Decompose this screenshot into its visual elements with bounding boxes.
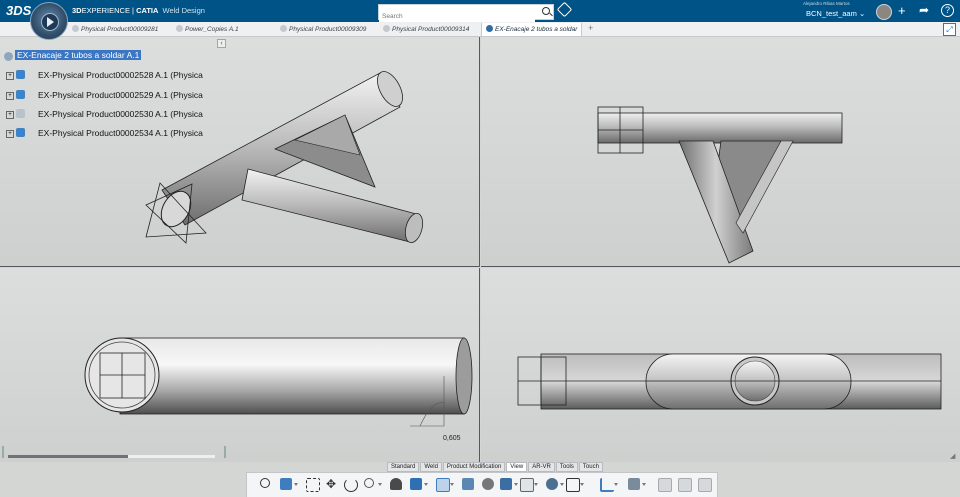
tree-item[interactable]: + EX-Physical Product00002529 A.1 (Physic… (6, 90, 203, 102)
annotations-icon[interactable] (657, 477, 672, 492)
compass-icon[interactable] (30, 2, 68, 40)
viewport-side[interactable]: 0,605 (0, 268, 480, 462)
tree-item-label: EX-Physical Product00002528 A.1 (Physica (38, 70, 203, 80)
product-icon (486, 25, 493, 32)
viewport-top[interactable] (481, 268, 960, 462)
top-bar: 3DS 3DEXPERIENCE | CATIA Weld Design Ale… (0, 0, 960, 24)
tenant-dropdown[interactable]: BCN_test_aam ⌄ (806, 9, 865, 18)
product-icon (72, 25, 79, 32)
compass-icon[interactable] (697, 477, 712, 492)
normal-view-icon[interactable] (389, 477, 403, 491)
expand-icon[interactable]: + (6, 72, 14, 80)
tab-label: Physical Product00009314 (392, 26, 470, 33)
tab-ex-enacaje[interactable]: EX-Enacaje 2 tubos a soldar (481, 23, 583, 36)
tree-root[interactable]: EX-Enacaje 2 tubos a soldar A.1 (4, 50, 142, 62)
brand-product: CATIA (136, 6, 159, 15)
tab-physical-product-9314[interactable]: Physical Product00009314 (383, 23, 469, 36)
app-name: Weld Design (162, 6, 205, 15)
maximize-icon[interactable]: ⤢ (943, 23, 956, 36)
avatar[interactable] (876, 4, 892, 20)
tab-label: EX-Enacaje 2 tubos a soldar (495, 26, 578, 33)
search-icon[interactable] (542, 7, 550, 15)
physical-product-icon (16, 90, 25, 99)
view-cube-icon[interactable] (279, 477, 298, 491)
dimension-label[interactable]: 0,605 (443, 435, 461, 442)
tree-item-label: EX-Physical Product00002534 A.1 (Physica (38, 128, 203, 138)
section-tab-touch[interactable]: Touch (578, 462, 603, 472)
tree-item[interactable]: + EX-Physical Product00002530 A.1 (Physic… (6, 109, 203, 121)
tree-item[interactable]: + EX-Physical Product00002534 A.1 (Physic… (6, 128, 203, 140)
tree-item-label: EX-Physical Product00002529 A.1 (Physica (38, 90, 203, 100)
product-icon (176, 25, 183, 32)
tessellation-icon[interactable] (677, 477, 692, 492)
product-icon (383, 25, 390, 32)
tree-root-label: EX-Enacaje 2 tubos a soldar A.1 (15, 50, 142, 60)
tree-icon[interactable] (599, 477, 618, 492)
section-tab-product-modification[interactable]: Product Modification (442, 462, 506, 472)
user-name: Alejandro Ribas Martos (803, 1, 850, 6)
chevron-down-icon: ⌄ (858, 9, 866, 18)
rotate-icon[interactable] (343, 477, 358, 492)
section-tab-tools[interactable]: Tools (555, 462, 578, 472)
tab-physical-product-9281[interactable]: Physical Product00009281 (72, 23, 158, 36)
action-bar: ✥ (246, 472, 718, 497)
viewport-front[interactable] (481, 37, 960, 267)
physical-product-icon (16, 128, 25, 137)
tree-collapse-icon[interactable]: ‹ (217, 39, 226, 48)
tab-strip: Physical Product00009281 Power_Copies A.… (0, 22, 960, 37)
product-icon (280, 25, 287, 32)
section-icon[interactable] (565, 477, 584, 492)
section-tab-ar-vr[interactable]: AR-VR (528, 462, 555, 472)
tenant-label: BCN_test_aam (806, 9, 857, 18)
scrollbar-thumb[interactable] (8, 455, 128, 458)
tab-label: Physical Product00009281 (81, 26, 159, 33)
expand-icon[interactable]: + (6, 130, 14, 138)
physical-product-icon (16, 109, 25, 118)
add-tab-icon[interactable]: + (588, 23, 593, 33)
expand-icon[interactable]: + (6, 92, 14, 100)
scroll-grip[interactable] (224, 446, 226, 458)
brand-title: 3DEXPERIENCE | CATIA Weld Design (72, 6, 205, 15)
tab-power-copies[interactable]: Power_Copies A.1 (176, 23, 239, 36)
ghosting-icon[interactable] (545, 477, 564, 491)
scroll-grip[interactable] (2, 446, 4, 458)
help-icon[interactable]: ? (941, 4, 954, 17)
section-tab-view[interactable]: View (506, 462, 528, 472)
tree-item[interactable]: + EX-Physical Product00002528 A.1 (Physic… (6, 70, 203, 82)
tab-label: Physical Product00009309 (289, 26, 367, 33)
front-view-model (597, 106, 843, 264)
expand-icon[interactable]: + (6, 111, 14, 119)
pan-icon[interactable]: ✥ (325, 477, 339, 491)
capture-icon[interactable] (519, 477, 538, 492)
section-tab-standard[interactable]: Standard (387, 462, 420, 472)
zoom-icon[interactable] (259, 477, 273, 491)
brand-prefix: 3D (72, 6, 82, 15)
assembly-icon (4, 52, 13, 61)
tree-item-label: EX-Physical Product00002530 A.1 (Physica (38, 109, 203, 119)
measure-icon[interactable] (627, 477, 646, 491)
side-view-model (84, 337, 473, 427)
tag-icon[interactable] (556, 1, 573, 18)
render-style-icon[interactable] (409, 477, 428, 491)
3ds-logo[interactable]: 3DS (6, 3, 31, 18)
add-icon[interactable]: + (898, 4, 906, 17)
tab-label: Power_Copies A.1 (185, 26, 239, 33)
share-icon[interactable]: ➦ (919, 4, 929, 17)
section-tab-weld[interactable]: Weld (420, 462, 442, 472)
brand-suffix: EXPERIENCE (81, 6, 130, 15)
action-bar-sections: Standard Weld Product Modification View … (387, 462, 604, 472)
layers-icon[interactable] (435, 477, 454, 492)
physical-product-icon (16, 70, 25, 79)
resize-grip-icon[interactable]: ◢ (950, 452, 955, 460)
search-box[interactable] (378, 4, 554, 24)
swap-visible-icon[interactable] (481, 477, 495, 491)
quick-view-icon[interactable] (499, 477, 518, 491)
top-view-model (517, 353, 942, 410)
hide-show-icon[interactable] (461, 477, 475, 491)
zoom-area-icon[interactable] (363, 477, 382, 491)
fit-all-icon[interactable] (305, 477, 320, 492)
tab-physical-product-9309[interactable]: Physical Product00009309 (280, 23, 366, 36)
